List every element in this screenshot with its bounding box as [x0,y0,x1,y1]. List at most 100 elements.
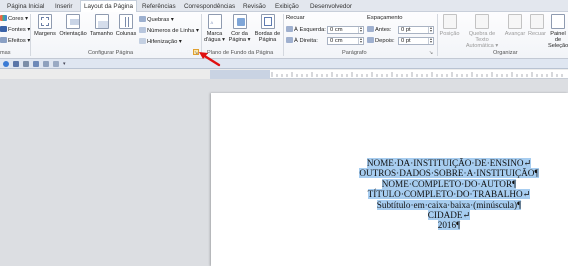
hyphenation-icon [139,38,146,44]
spin-icon[interactable]: ▲ ▼ [358,26,363,33]
doc-line-7: 2016¶ [359,220,539,231]
bordas-de-pagina-button[interactable]: Bordas de Página [254,14,281,43]
print-preview-icon[interactable] [33,61,39,67]
document-page[interactable]: NOME·DA·INSTITUIÇÃO·DE·ENSINO↵ OUTROS·DA… [211,93,568,266]
espaco-depois-input[interactable]: 0 pt ▲ ▼ [398,37,434,45]
red-arrow-icon [199,52,221,67]
doc-line-2: OUTROS·DADOS·SOBRE·A·INSTITUIÇÃO¶ [359,168,539,179]
indent-left-icon [286,26,293,32]
tab-correspondencias[interactable]: Correspondências [181,1,238,12]
selection-pane-icon [551,14,565,29]
espaco-depois-value: 0 pt [401,38,411,44]
group-divider [437,14,438,56]
recuo-esquerda-input[interactable]: 0 cm ▲ ▼ [327,26,364,34]
cor-da-pagina-label: Cor da Página ▾ [228,31,251,44]
espaco-depois-label: Depois: [367,37,395,46]
wrap-text-icon [475,14,489,29]
tamanho-button[interactable]: Tamanho [89,14,114,37]
bring-forward-icon [508,14,522,29]
refresh-icon[interactable] [3,61,9,67]
customize-toolbar-icon[interactable]: ▾ [63,61,69,67]
horizontal-ruler[interactable] [210,70,568,79]
recuo-direita-label: À Direita: [286,37,318,46]
spacing-after-icon [367,37,374,43]
posicao-button[interactable]: Posição [439,14,460,37]
margens-label: Margens [34,31,56,37]
recuar-label: Recuar [527,31,547,37]
cor-da-pagina-button[interactable]: Cor da Página ▾ [227,14,252,43]
size-icon [94,14,109,29]
avancar-button[interactable]: Avançar [504,14,526,37]
selected-text-block[interactable]: NOME·DA·INSTITUIÇÃO·DE·ENSINO↵ OUTROS·DA… [359,158,539,231]
position-icon [442,14,457,29]
group-divider [283,14,284,56]
recuar-button[interactable]: Recuar [527,14,547,37]
group-label-configurar-pagina: Configurar Página [88,50,134,56]
quick-print-icon[interactable] [53,61,59,67]
effects-icon [0,37,7,43]
margins-icon [38,14,52,29]
numeros-de-linha-label: Números de Linha ▾ [147,28,199,34]
tab-exibicao[interactable]: Exibição [272,1,302,12]
espaco-antes-label: Antes: [367,26,391,35]
numeros-de-linha-button[interactable]: Números de Linha ▾ [139,27,199,36]
columns-icon [119,14,133,29]
margens-button[interactable]: Margens [33,14,57,37]
cores-label: Cores ▾ [8,16,28,22]
avancar-label: Avançar [504,31,526,37]
spin-icon[interactable]: ▲ ▼ [428,26,433,33]
doc-line-3: NOME·COMPLETO·DO·AUTOR¶ [359,178,539,189]
spacing-before-icon [367,26,374,32]
doc-line-3-text: NOME·COMPLETO·DO·AUTOR¶ [381,178,517,189]
ruler-ticks [210,70,563,79]
espaco-antes-input[interactable]: 0 pt ▲ ▼ [398,26,434,34]
paragraph-launcher-icon[interactable]: ↘ [428,50,434,56]
espaco-antes-value: 0 pt [401,27,411,33]
painel-de-selecao-button[interactable]: Painel de Seleção [548,14,568,50]
marca-dagua-button[interactable]: A Marca d'água ▾ [204,14,225,43]
hifenizacao-button[interactable]: Hifenização ▾ [139,38,182,47]
doc-line-7-text: 2016¶ [437,220,461,231]
tab-inserir[interactable]: Inserir [52,1,76,12]
watermark-icon: A [207,14,222,29]
recuar-heading: Recuar [286,15,305,21]
recuo-esquerda-text: À Esquerda: [294,27,326,33]
recuo-direita-value: 0 cm [330,38,343,44]
ribbon: Cores ▾ Fontes ▾ Efeitos ▾ mas Margens O… [0,12,568,59]
indent-right-icon [286,37,293,43]
tab-revisao[interactable]: Revisão [240,1,269,12]
recuo-esquerda-label: À Esquerda: [286,26,326,35]
bordas-de-pagina-label: Bordas de Página [254,31,281,44]
recuo-direita-text: À Direita: [294,38,318,44]
quebras-button[interactable]: Quebras ▾ [139,16,174,25]
hifenizacao-label: Hifenização ▾ [147,39,182,45]
cores-button[interactable]: Cores ▾ [0,15,28,24]
recuo-direita-input[interactable]: 0 cm ▲ ▼ [327,37,364,45]
ruler-margin [210,70,270,79]
tamanho-label: Tamanho [89,31,113,37]
posicao-label: Posição [439,31,460,37]
tab-referencias[interactable]: Referências [139,1,179,12]
painel-de-selecao-label: Painel de Seleção [548,31,568,50]
group-divider [30,14,31,56]
colunas-label: Colunas [115,31,137,37]
quick-access-toolbar: ▾ [0,59,568,69]
tab-desenvolvedor[interactable]: Desenvolvedor [307,1,355,12]
tab-pagina-inicial[interactable]: Página Inicial [4,1,47,12]
spin-icon[interactable]: ▲ ▼ [358,37,363,44]
fontes-button[interactable]: Fontes ▾ [0,26,30,35]
group-label-temas: mas [0,50,11,56]
orientacao-label: Orientação [59,31,87,37]
save-icon[interactable] [13,61,19,67]
ribbon-tab-bar: Página Inicial Inserir Layout da Página … [0,0,568,13]
print-icon[interactable] [23,61,29,67]
page-icon[interactable] [43,61,49,67]
efeitos-button[interactable]: Efeitos ▾ [0,37,30,46]
quebra-de-texto-button[interactable]: Quebra de Texto Automática ▾ [462,14,502,50]
colors-icon [0,15,7,21]
colunas-button[interactable]: Colunas [115,14,137,37]
spin-icon[interactable]: ▲ ▼ [428,37,433,44]
fontes-label: Fontes ▾ [8,27,31,33]
orientacao-button[interactable]: Orientação [59,14,87,37]
doc-line-5-text: Subtítulo·em·caixa·baixa·(minúscula)¶ [376,199,522,210]
